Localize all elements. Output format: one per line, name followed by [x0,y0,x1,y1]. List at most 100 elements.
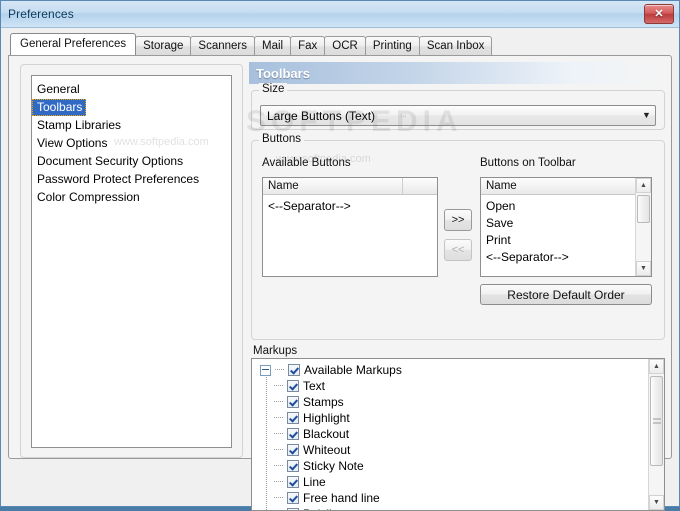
scroll-down-icon[interactable]: ▼ [636,261,651,276]
section-header: Toolbars [249,62,665,84]
window-title: Preferences [8,7,74,21]
buttons-on-toolbar-label: Buttons on Toolbar [480,157,576,169]
nav-row: Document Security Options [32,152,231,170]
toolbar-size-value: Large Buttons (Text) [267,108,376,123]
tree-connector [274,385,283,387]
sidebar-item-color-compression[interactable]: Color Compression [32,189,144,206]
tree-row-highlight[interactable]: Highlight [252,410,664,426]
checkbox-blackout[interactable] [287,428,299,440]
navigation-group: General Toolbars Stamp Libraries View Op… [20,64,243,458]
buttons-group-label: Buttons [259,133,304,145]
checkbox-sticky-note[interactable] [287,460,299,472]
toolbar-list-scrollbar[interactable]: ▲ ▼ [635,178,651,276]
tree-connector [275,369,284,371]
markups-scrollbar[interactable]: ▲ ▼ [648,359,664,510]
tab-mail[interactable]: Mail [254,36,292,55]
tab-ocr[interactable]: OCR [324,36,366,55]
sidebar-item-toolbars[interactable]: Toolbars [32,99,87,116]
chevron-down-icon: ▼ [642,110,651,120]
markups-tree-inner: Available Markups Text Stamps Highlight … [252,359,664,510]
title-bar: Preferences ✕ [1,1,679,28]
nav-row: Stamp Libraries [32,116,231,134]
remove-button: << [444,239,472,261]
checkbox-line[interactable] [287,476,299,488]
navigation-list[interactable]: General Toolbars Stamp Libraries View Op… [31,75,232,448]
tab-general-preferences[interactable]: General Preferences [10,33,137,55]
checkbox-whiteout[interactable] [287,444,299,456]
sidebar-item-general[interactable]: General [32,81,84,98]
scroll-up-icon[interactable]: ▲ [649,359,664,374]
available-list-body: <--Separator--> [263,195,437,215]
nav-row: Password Protect Preferences [32,170,231,188]
nav-row: Toolbars [32,98,231,116]
tree-row-text[interactable]: Text [252,378,664,394]
tree-row-available-markups[interactable]: Available Markups [252,362,664,378]
available-buttons-label: Available Buttons [262,157,351,169]
checkbox-text[interactable] [287,380,299,392]
tab-scanners[interactable]: Scanners [190,36,255,55]
column-header-name[interactable]: Name [263,178,403,194]
restore-default-order-button[interactable]: Restore Default Order [480,284,652,305]
tab-scan-inbox[interactable]: Scan Inbox [418,36,493,55]
tree-row-sticky-note[interactable]: Sticky Note [252,458,664,474]
close-button[interactable]: ✕ [644,4,674,24]
tab-storage[interactable]: Storage [135,36,192,55]
tree-row-whiteout[interactable]: Whiteout [252,442,664,458]
tree-label: Whiteout [303,443,351,457]
markups-tree[interactable]: Available Markups Text Stamps Highlight … [251,358,665,511]
add-button[interactable]: >> [444,209,472,231]
scrollbar-grip [652,418,661,424]
tree-row-blackout[interactable]: Blackout [252,426,664,442]
scroll-up-icon[interactable]: ▲ [636,178,651,193]
tree-row-free-hand-line[interactable]: Free hand line [252,490,664,506]
size-group: Size Large Buttons (Text) ▼ [251,83,665,130]
checkbox-available-markups[interactable] [288,364,300,376]
scrollbar-thumb[interactable] [637,195,650,223]
tree-connector [274,401,283,403]
checkbox-highlight[interactable] [287,412,299,424]
tab-fax[interactable]: Fax [290,36,326,55]
page-title: Toolbars [256,65,310,81]
tree-row-stamps[interactable]: Stamps [252,394,664,410]
tree-connector [274,481,283,483]
settings-panel: Toolbars Size Large Buttons (Text) ▼ But… [249,62,665,511]
nav-row: Color Compression [32,188,231,206]
checkbox-stamps[interactable] [287,396,299,408]
sidebar-item-stamp-libraries[interactable]: Stamp Libraries [32,117,125,134]
collapse-icon[interactable] [260,364,271,376]
tree-guide-line [266,375,267,510]
tree-row-line[interactable]: Line [252,474,664,490]
nav-row: General [32,80,231,98]
checkbox-free-hand-line[interactable] [287,492,299,504]
toolbar-list-header: Name [481,178,635,195]
tree-connector [274,497,283,499]
tab-strip: General Preferences Storage Scanners Mai… [8,33,672,55]
toolbar-size-select[interactable]: Large Buttons (Text) ▼ [260,105,656,126]
available-list-header: Name [263,178,437,195]
buttons-group: Buttons Available Buttons Buttons on Too… [251,133,665,340]
sidebar-item-document-security-options[interactable]: Document Security Options [32,153,187,170]
scroll-down-icon[interactable]: ▼ [649,495,664,510]
available-buttons-list[interactable]: Name <--Separator--> [262,177,438,277]
tree-connector [274,465,283,467]
scrollbar-thumb[interactable] [650,376,663,466]
sidebar-item-password-protect-preferences[interactable]: Password Protect Preferences [32,171,203,188]
column-header-name[interactable]: Name [481,178,635,194]
tree-label: Available Markups [304,363,402,377]
list-item[interactable]: Open [481,198,635,215]
list-item[interactable]: <--Separator--> [263,198,437,215]
list-item[interactable]: Save [481,215,635,232]
preferences-window: Preferences ✕ General Preferences Storag… [0,0,680,511]
column-header-spacer [403,178,437,194]
buttons-on-toolbar-list[interactable]: Name Open Save Print <--Separator--> ▲ ▼ [480,177,652,277]
tree-connector [274,433,283,435]
sidebar-item-view-options[interactable]: View Options [32,135,111,152]
tab-printing[interactable]: Printing [364,36,420,55]
tree-label: Free hand line [303,491,380,505]
tree-label: Polyline [303,507,345,510]
list-item[interactable]: Print [481,232,635,249]
toolbar-list-body: Open Save Print <--Separator--> [481,195,635,266]
tree-label: Blackout [303,427,350,441]
tree-label: Sticky Note [303,459,364,473]
list-item[interactable]: <--Separator--> [481,249,635,266]
